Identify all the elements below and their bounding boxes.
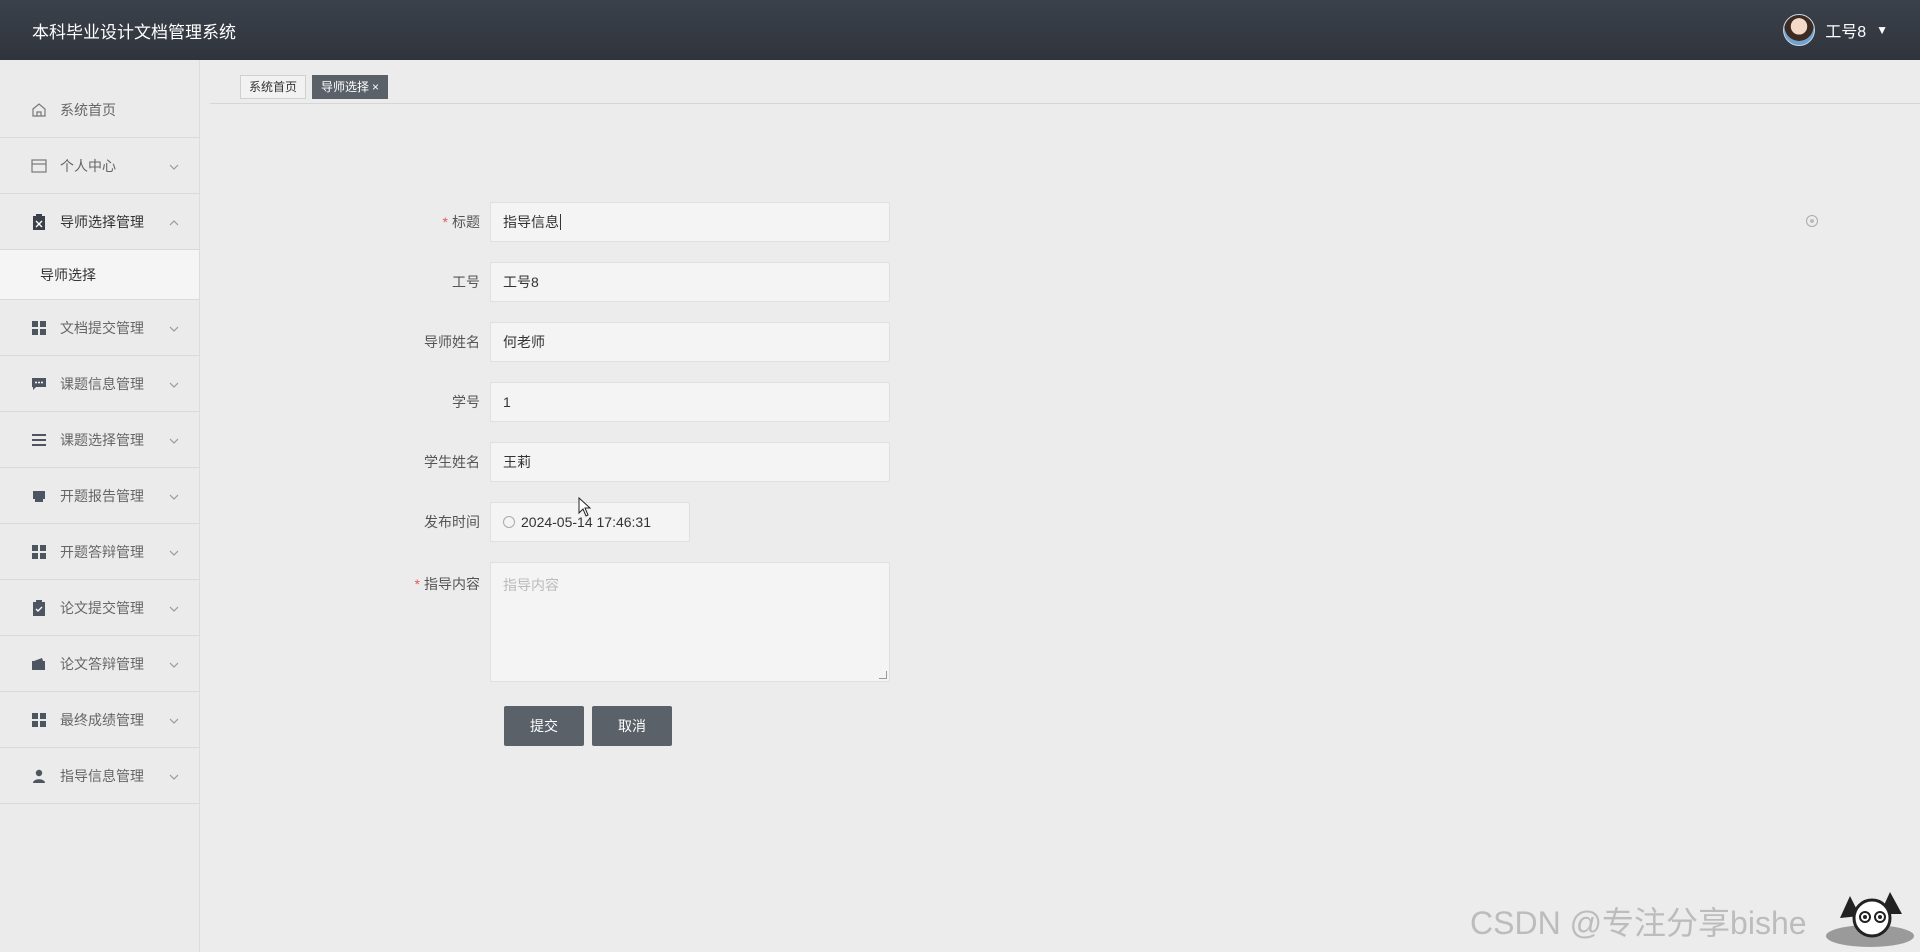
username[interactable]: 工号8 — [1825, 18, 1866, 42]
sidebar-item-label: 开题答辩管理 — [60, 543, 144, 560]
form-row-student-id: 学号 1 — [400, 382, 890, 422]
sidebar-item-label: 指导信息管理 — [60, 767, 144, 784]
grid-icon — [30, 543, 48, 561]
content-textarea[interactable]: 指导内容 — [490, 562, 890, 682]
grid-icon — [30, 711, 48, 729]
mascot-sticker — [1826, 892, 1914, 947]
sidebar-item-final-grades[interactable]: 最终成绩管理 — [0, 692, 199, 748]
sidebar-item-profile[interactable]: 个人中心 — [0, 138, 199, 194]
app-title: 本科毕业设计文档管理系统 — [32, 22, 236, 42]
tab-label: 系统首页 — [249, 79, 298, 94]
chevron-up-icon — [169, 215, 179, 229]
close-icon[interactable]: × — [372, 80, 379, 94]
field-label: 导师姓名 — [424, 334, 480, 350]
tab-home[interactable]: 系统首页 — [240, 74, 307, 99]
sidebar-item-label: 课题选择管理 — [60, 431, 144, 448]
student-name-input[interactable]: 王莉 — [490, 442, 890, 482]
input-value: 工号8 — [503, 274, 539, 290]
sidebar-item-proposal-defense[interactable]: 开题答辩管理 — [0, 524, 199, 580]
sidebar-item-proposal-report[interactable]: 开题报告管理 — [0, 468, 199, 524]
sidebar-item-advisor-selection[interactable]: 导师选择管理 — [0, 194, 199, 250]
textarea-placeholder: 指导内容 — [503, 577, 559, 593]
grid-icon — [30, 319, 48, 337]
field-label: 指导内容 — [424, 576, 480, 592]
user-icon — [30, 767, 48, 785]
teacher-name-input[interactable]: 何老师 — [490, 322, 890, 362]
resize-handle[interactable] — [879, 671, 887, 679]
sidebar-item-label: 论文提交管理 — [60, 599, 144, 616]
text-caret — [560, 214, 561, 230]
sidebar-item-label: 导师选择管理 — [60, 213, 144, 230]
chevron-down-icon — [169, 159, 179, 173]
input-value: 1 — [503, 394, 511, 410]
form-row-title: * 标题 指导信息 — [400, 202, 890, 242]
chevron-down-icon — [169, 713, 179, 727]
field-label: 学号 — [452, 394, 480, 410]
sidebar-subitem-label: 导师选择 — [40, 266, 96, 283]
sidebar-item-label: 论文答辩管理 — [60, 655, 144, 672]
mouse-cursor-icon — [578, 497, 592, 517]
sidebar-item-label: 开题报告管理 — [60, 487, 144, 504]
submit-button[interactable]: 提交 — [504, 706, 584, 746]
sidebar-item-thesis-defense[interactable]: 论文答辩管理 — [0, 636, 199, 692]
sidebar-item-label: 文档提交管理 — [60, 319, 144, 336]
chevron-down-icon — [169, 601, 179, 615]
user-menu[interactable]: 工号8 ▼ — [1783, 14, 1888, 46]
sidebar-item-guidance-info[interactable]: 指导信息管理 — [0, 748, 199, 804]
form-row-worker-id: 工号 工号8 — [400, 262, 890, 302]
cancel-button[interactable]: 取消 — [592, 706, 672, 746]
input-value: 何老师 — [503, 334, 545, 350]
tab-advisor-select[interactable]: 导师选择 × — [312, 74, 389, 99]
sidebar-item-topic-info[interactable]: 课题信息管理 — [0, 356, 199, 412]
sidebar-item-label: 课题信息管理 — [60, 375, 144, 392]
app-header: 本科毕业设计文档管理系统 工号8 ▼ — [0, 0, 1920, 60]
sidebar-item-thesis-submit[interactable]: 论文提交管理 — [0, 580, 199, 636]
clock-icon — [503, 516, 515, 528]
input-value: 指导信息 — [503, 214, 559, 230]
form-row-teacher-name: 导师姓名 何老师 — [400, 322, 890, 362]
required-mark: * — [414, 576, 420, 592]
sidebar-item-doc-submit[interactable]: 文档提交管理 — [0, 300, 199, 356]
clipboard-icon — [30, 213, 48, 231]
chevron-down-icon — [169, 657, 179, 671]
sidebar-item-label: 系统首页 — [60, 101, 116, 118]
chevron-down-icon — [169, 545, 179, 559]
input-value: 王莉 — [503, 454, 531, 470]
watermark: CSDN @专注分享bishe — [1470, 905, 1807, 941]
form-row-publish-time: 发布时间 2024-05-14 17:46:31 — [400, 502, 690, 542]
student-id-input[interactable]: 1 — [490, 382, 890, 422]
list-icon — [30, 431, 48, 449]
card-icon — [30, 157, 48, 175]
chevron-down-icon — [169, 489, 179, 503]
tab-bar: 系统首页 导师选择 × — [210, 70, 1920, 104]
caret-down-icon[interactable]: ▼ — [1876, 23, 1888, 37]
tab-label: 导师选择 — [321, 79, 370, 94]
home-icon — [30, 101, 48, 119]
sidebar-item-topic-select[interactable]: 课题选择管理 — [0, 412, 199, 468]
form-row-student-name: 学生姓名 王莉 — [400, 442, 890, 482]
wallet-icon — [30, 655, 48, 673]
sidebar-item-home[interactable]: 系统首页 — [0, 82, 199, 138]
field-label: 发布时间 — [424, 514, 480, 530]
clear-icon[interactable] — [1806, 215, 1818, 227]
clipboard-check-icon — [30, 599, 48, 617]
sidebar: 系统首页 个人中心 导师选择管理 导师选择 文档提交管理 课题信息管理 课题选择… — [0, 60, 200, 952]
sidebar-subitem-advisor-select[interactable]: 导师选择 — [0, 250, 199, 300]
field-label: 学生姓名 — [424, 454, 480, 470]
sidebar-item-label: 个人中心 — [60, 157, 116, 174]
title-input[interactable]: 指导信息 — [490, 202, 890, 242]
form-row-content: * 指导内容 指导内容 — [400, 562, 890, 682]
chevron-down-icon — [169, 433, 179, 447]
chevron-down-icon — [169, 321, 179, 335]
worker-id-input[interactable]: 工号8 — [490, 262, 890, 302]
sidebar-item-label: 最终成绩管理 — [60, 711, 144, 728]
avatar[interactable] — [1783, 14, 1816, 46]
field-label: 标题 — [452, 214, 480, 230]
chat-icon — [30, 375, 48, 393]
chevron-down-icon — [169, 769, 179, 783]
printer-icon — [30, 487, 48, 505]
required-mark: * — [442, 214, 448, 230]
chevron-down-icon — [169, 377, 179, 391]
field-label: 工号 — [452, 274, 480, 290]
